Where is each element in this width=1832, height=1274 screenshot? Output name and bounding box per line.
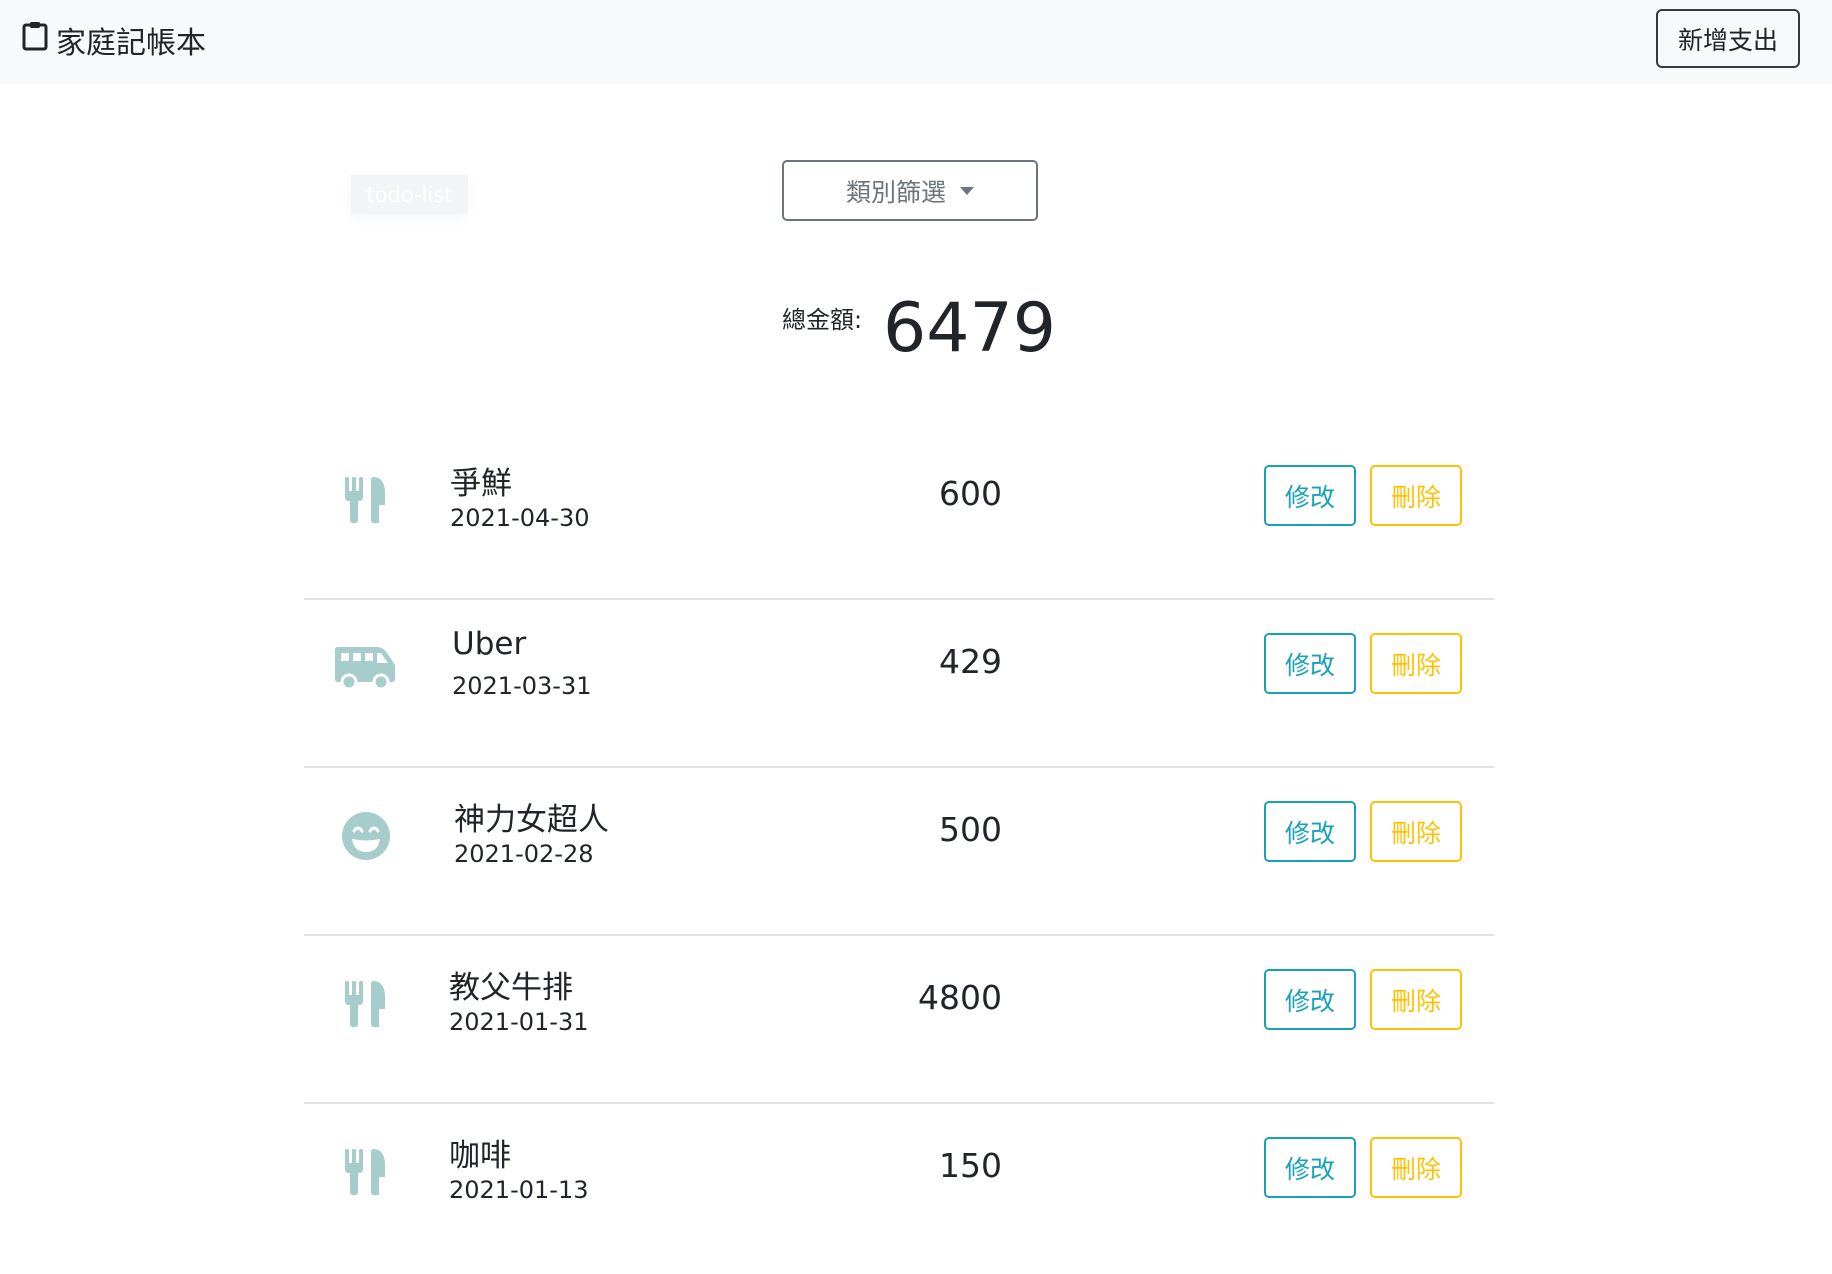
expense-amount: 500 xyxy=(939,810,1002,849)
expense-date: 2021-04-30 xyxy=(450,504,590,532)
total-label: 總金額: xyxy=(782,306,863,334)
expense-amount: 4800 xyxy=(918,978,1002,1017)
todo-list-label: todo-list xyxy=(351,175,468,214)
caret-down-icon xyxy=(960,186,974,195)
utensils-icon xyxy=(334,972,398,1036)
expense-row: Uber 2021-03-31 429 修改 刪除 xyxy=(304,600,1494,768)
expense-row: 咖啡 2021-01-13 150 修改 刪除 xyxy=(304,1104,1494,1272)
expense-name: Uber xyxy=(452,626,527,662)
expense-row: 教父牛排 2021-01-31 4800 修改 刪除 xyxy=(304,936,1494,1104)
edit-button[interactable]: 修改 xyxy=(1264,633,1356,694)
edit-button[interactable]: 修改 xyxy=(1264,1137,1356,1198)
expense-date: 2021-01-31 xyxy=(449,1008,589,1036)
category-filter-dropdown[interactable]: 類別篩選 xyxy=(782,160,1038,221)
expense-name: 神力女超人 xyxy=(454,802,609,838)
expense-row: 神力女超人 2021-02-28 500 修改 刪除 xyxy=(304,768,1494,936)
grin-icon xyxy=(334,804,398,868)
delete-button[interactable]: 刪除 xyxy=(1370,801,1462,862)
expense-amount: 600 xyxy=(939,474,1002,513)
expense-name: 教父牛排 xyxy=(449,970,573,1006)
expense-amount: 429 xyxy=(939,642,1002,681)
expense-amount: 150 xyxy=(939,1146,1002,1185)
edit-button[interactable]: 修改 xyxy=(1264,801,1356,862)
delete-button[interactable]: 刪除 xyxy=(1370,465,1462,526)
edit-button[interactable]: 修改 xyxy=(1264,465,1356,526)
total-amount: 6479 xyxy=(883,289,1057,368)
utensils-icon xyxy=(334,468,398,532)
expense-date: 2021-02-28 xyxy=(454,840,594,868)
expense-list: 爭鮮 2021-04-30 600 修改 刪除 Uber 2021-03-31 … xyxy=(304,432,1494,1272)
delete-button[interactable]: 刪除 xyxy=(1370,969,1462,1030)
edit-button[interactable]: 修改 xyxy=(1264,969,1356,1030)
add-expense-button[interactable]: 新增支出 xyxy=(1656,9,1800,68)
brand-title: 家庭記帳本 xyxy=(56,26,206,61)
delete-button[interactable]: 刪除 xyxy=(1370,1137,1462,1198)
expense-date: 2021-01-13 xyxy=(449,1176,589,1204)
delete-button[interactable]: 刪除 xyxy=(1370,633,1462,694)
expense-row: 爭鮮 2021-04-30 600 修改 刪除 xyxy=(304,432,1494,600)
expense-date: 2021-03-31 xyxy=(452,672,592,700)
expense-name: 爭鮮 xyxy=(450,466,512,502)
brand[interactable]: 家庭記帳本 xyxy=(22,18,206,62)
navbar: 家庭記帳本 新增支出 xyxy=(0,0,1832,84)
filter-label: 類別篩選 xyxy=(845,177,946,207)
clipboard-icon xyxy=(22,21,56,59)
utensils-icon xyxy=(334,1140,398,1204)
shuttle-van-icon xyxy=(334,636,398,700)
expense-name: 咖啡 xyxy=(449,1138,511,1174)
